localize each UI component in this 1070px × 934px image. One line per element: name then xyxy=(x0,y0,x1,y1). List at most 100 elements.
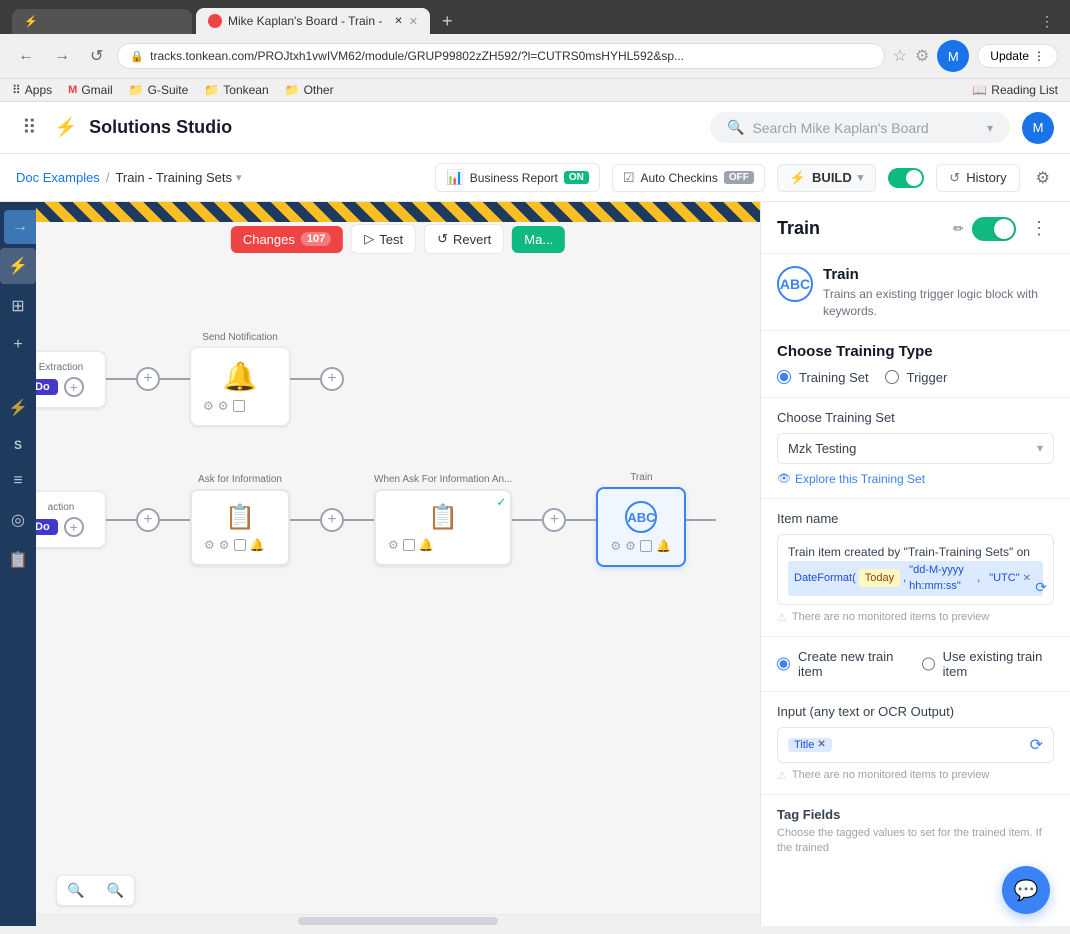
flow-plus-2[interactable]: + xyxy=(320,367,344,391)
when-filter-icon[interactable]: ⚙ xyxy=(388,538,399,552)
flow-plus-1[interactable]: + xyxy=(136,367,160,391)
make-button[interactable]: Ma... xyxy=(512,226,565,253)
notification-node[interactable]: 🔔 ⚙ ⚙ xyxy=(190,347,290,426)
training-set-option[interactable]: Training Set xyxy=(777,370,869,385)
create-new-option[interactable]: Create new train item xyxy=(777,649,906,679)
flow-container: Extraction Do + + xyxy=(36,272,760,886)
use-existing-radio[interactable] xyxy=(922,657,935,671)
panel-toggle[interactable] xyxy=(972,217,1016,241)
app-grid-icon[interactable]: ⠿ xyxy=(16,109,43,146)
build-button[interactable]: ⚡ BUILD ▾ xyxy=(777,164,876,192)
train-filter-icon[interactable]: ⚙ xyxy=(610,539,621,553)
zoom-in-button[interactable]: 🔍 xyxy=(57,876,94,905)
node-checkbox-3[interactable] xyxy=(403,539,415,551)
input-field[interactable]: Title ✕ ⟳ xyxy=(777,727,1054,763)
user-avatar[interactable]: M xyxy=(1022,112,1054,144)
address-bar[interactable]: 🔒 tracks.tonkean.com/PROJtxh1vwIVM62/mod… xyxy=(117,43,884,69)
node-checkbox-2[interactable] xyxy=(234,539,246,551)
star-icon[interactable]: ☆ xyxy=(893,46,907,66)
ask-settings-icon[interactable]: ⚙ xyxy=(219,538,230,552)
panel-edit-icon[interactable]: ✏ xyxy=(953,221,964,237)
train-settings-icon[interactable]: ⚙ xyxy=(625,539,636,553)
history-button[interactable]: ↺ History xyxy=(936,164,1019,192)
extraction-node[interactable]: Extraction Do + xyxy=(36,351,106,408)
ask-bell-icon[interactable]: 🔔 xyxy=(250,538,265,552)
explore-training-set-link[interactable]: 👁 Explore this Training Set xyxy=(777,472,1054,486)
history-label: History xyxy=(966,170,1006,185)
sidebar-book-icon[interactable]: 📋 xyxy=(0,542,36,578)
auto-checkins-button[interactable]: ☑ Auto Checkins OFF xyxy=(612,164,765,192)
trigger-option[interactable]: Trigger xyxy=(885,370,948,385)
tab-close[interactable]: ✕ xyxy=(409,15,418,28)
canvas-scrollbar[interactable] xyxy=(36,914,760,926)
sidebar-add-icon[interactable]: + xyxy=(5,328,30,362)
flow-line-4 xyxy=(106,519,136,521)
panel-menu-icon[interactable]: ⋮ xyxy=(1024,216,1054,241)
search-bar[interactable]: 🔍 Search Mike Kaplan's Board ▾ xyxy=(710,112,1010,143)
chat-button[interactable]: 💬 xyxy=(1002,866,1050,914)
flow-plus-5[interactable]: + xyxy=(542,508,566,532)
add-step-1[interactable]: + xyxy=(64,377,84,397)
flow-plus-4[interactable]: + xyxy=(320,508,344,532)
sidebar-database-icon[interactable]: ⊞ xyxy=(3,288,32,324)
filter-icon[interactable]: ⚙ xyxy=(203,399,214,413)
action-node[interactable]: action Do + xyxy=(36,491,106,548)
bookmark-other[interactable]: 📁 Other xyxy=(285,83,334,97)
bookmark-gsuite[interactable]: 📁 G-Suite xyxy=(129,83,189,97)
input-refresh-icon[interactable]: ⟳ xyxy=(1030,735,1043,755)
item-refresh-icon[interactable]: ⟳ xyxy=(1035,577,1047,598)
extension-icon[interactable]: ⚙ xyxy=(915,46,929,66)
ask-node[interactable]: 📋 ⚙ ⚙ 🔔 xyxy=(190,489,290,566)
browser-avatar[interactable]: M xyxy=(937,40,969,72)
add-step-2[interactable]: + xyxy=(64,517,84,537)
zoom-out-button[interactable]: 🔍 xyxy=(96,876,133,905)
trigger-radio[interactable] xyxy=(885,370,899,384)
bookmark-apps[interactable]: ⠿ Apps xyxy=(12,83,52,97)
breadcrumb-current[interactable]: Train - Training Sets ▾ xyxy=(115,170,241,185)
active-tab[interactable]: Mike Kaplan's Board - Train - ✕ ✕ xyxy=(196,8,430,34)
warning-icon-2: ⚠ xyxy=(777,769,787,782)
sidebar-arrow-icon[interactable]: → xyxy=(4,210,36,244)
training-set-radio[interactable] xyxy=(777,370,791,384)
gmail-icon: M xyxy=(68,84,77,96)
title-tag-close[interactable]: ✕ xyxy=(817,739,825,750)
create-new-radio[interactable] xyxy=(777,657,790,671)
back-button[interactable]: ← xyxy=(12,45,40,67)
use-existing-option[interactable]: Use existing train item xyxy=(922,649,1054,679)
sidebar-s-icon[interactable]: S xyxy=(6,430,30,460)
test-button[interactable]: ▷ Test xyxy=(351,224,416,254)
changes-button[interactable]: Changes 107 xyxy=(231,226,343,253)
training-set-dropdown[interactable]: Mzk Testing ▾ xyxy=(777,433,1054,464)
search-dropdown-icon[interactable]: ▾ xyxy=(987,121,993,135)
update-button[interactable]: Update ⋮ xyxy=(977,44,1058,68)
node-checkbox-1[interactable] xyxy=(233,400,245,412)
train-node[interactable]: ABC ⚙ ⚙ 🔔 xyxy=(596,487,686,567)
new-tab-button[interactable]: + xyxy=(434,9,461,34)
when-bell-icon[interactable]: 🔔 xyxy=(419,538,434,552)
revert-button[interactable]: ↺ Revert xyxy=(424,224,504,254)
sidebar-lightning2-icon[interactable]: ⚡ xyxy=(0,390,36,426)
reload-button[interactable]: ↺ xyxy=(84,44,109,68)
sidebar-list-icon[interactable]: ≡ xyxy=(5,464,30,498)
browser-menu[interactable]: ⋮ xyxy=(1036,9,1058,34)
when-node[interactable]: 📋 ✓ ⚙ 🔔 xyxy=(374,489,512,566)
train-bell-icon[interactable]: 🔔 xyxy=(656,539,671,553)
business-report-button[interactable]: 📊 Business Report ON xyxy=(435,163,599,192)
settings-icon-2[interactable]: ⚙ xyxy=(218,399,229,413)
bookmark-gmail[interactable]: M Gmail xyxy=(68,83,113,97)
sidebar-target-icon[interactable]: ◎ xyxy=(3,502,33,538)
sidebar-stack-icon[interactable]: ⚡ xyxy=(0,248,36,284)
item-name-field[interactable]: Train item created by "Train-Training Se… xyxy=(777,534,1054,605)
build-toggle[interactable] xyxy=(888,168,924,188)
build-label: BUILD xyxy=(812,170,852,185)
reading-list[interactable]: 📖 Reading List xyxy=(972,83,1058,97)
flow-plus-3[interactable]: + xyxy=(136,508,160,532)
main-content: → ⚡ ⊞ + ⚡ S ≡ ◎ 📋 Changes 107 ▷ Test xyxy=(0,202,1070,926)
bookmark-tonkean[interactable]: 📁 Tonkean xyxy=(204,83,268,97)
settings-button[interactable]: ⚙ xyxy=(1032,164,1054,192)
ask-filter-icon[interactable]: ⚙ xyxy=(204,538,215,552)
breadcrumb-link[interactable]: Doc Examples xyxy=(16,170,100,185)
node-checkbox-4[interactable] xyxy=(640,540,652,552)
forward-button[interactable]: → xyxy=(48,45,76,67)
utc-tag-close[interactable]: ✕ xyxy=(1023,571,1031,586)
